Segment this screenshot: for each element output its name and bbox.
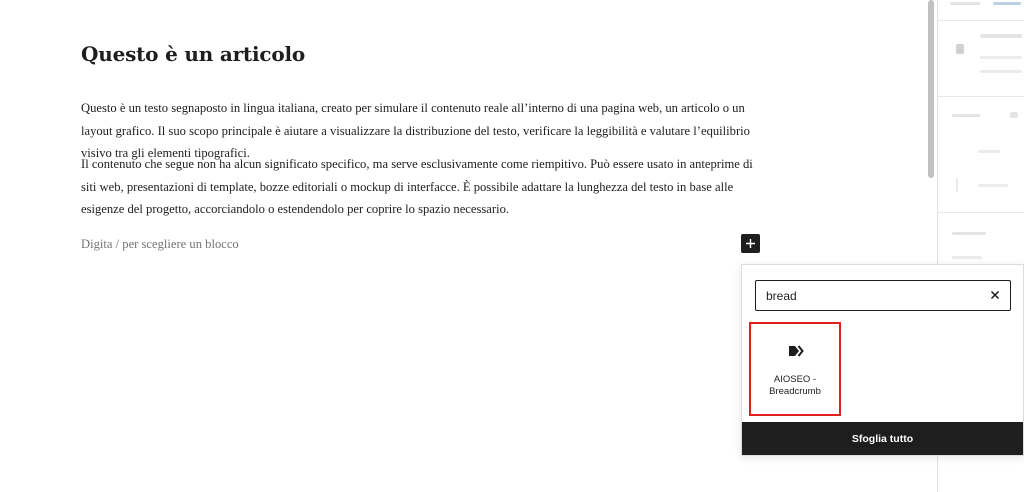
divider <box>938 212 1024 213</box>
panel-chevron[interactable] <box>1010 112 1018 118</box>
divider <box>938 96 1024 97</box>
panel-title[interactable] <box>952 232 986 235</box>
sidebar-tab[interactable] <box>950 2 980 5</box>
add-block-button[interactable] <box>741 234 760 253</box>
scrollbar-thumb[interactable] <box>928 0 934 178</box>
clear-search-button[interactable] <box>986 286 1004 304</box>
block-inserter-popover: AIOSEO - Breadcrumb Sfoglia tutto <box>741 264 1024 456</box>
style-option[interactable] <box>978 184 1008 187</box>
divider <box>938 20 1024 21</box>
block-description <box>980 56 1022 59</box>
block-search-input[interactable] <box>756 281 976 310</box>
sidebar-tab-active[interactable] <box>993 2 1021 5</box>
browse-all-button[interactable]: Sfoglia tutto <box>742 422 1023 455</box>
plus-icon <box>745 238 756 249</box>
panel-title[interactable] <box>952 114 980 117</box>
style-option[interactable] <box>956 178 958 192</box>
block-description <box>980 70 1022 73</box>
breadcrumb-arrow-icon <box>789 344 805 358</box>
paragraph-block[interactable]: Il contenuto che segue non ha alcun sign… <box>81 153 771 221</box>
block-result-aioseo-breadcrumb[interactable]: AIOSEO - Breadcrumb <box>749 322 841 416</box>
block-result-label: AIOSEO - Breadcrumb <box>769 374 821 397</box>
empty-block-placeholder[interactable]: Digita / per scegliere un blocco <box>81 237 239 252</box>
post-title[interactable]: Questo è un articolo <box>81 42 305 66</box>
block-name <box>980 34 1022 38</box>
close-icon <box>990 290 1000 300</box>
block-icon <box>956 44 964 54</box>
panel-subtitle <box>952 256 982 259</box>
block-search[interactable] <box>755 280 1011 311</box>
style-option[interactable] <box>978 150 1000 153</box>
